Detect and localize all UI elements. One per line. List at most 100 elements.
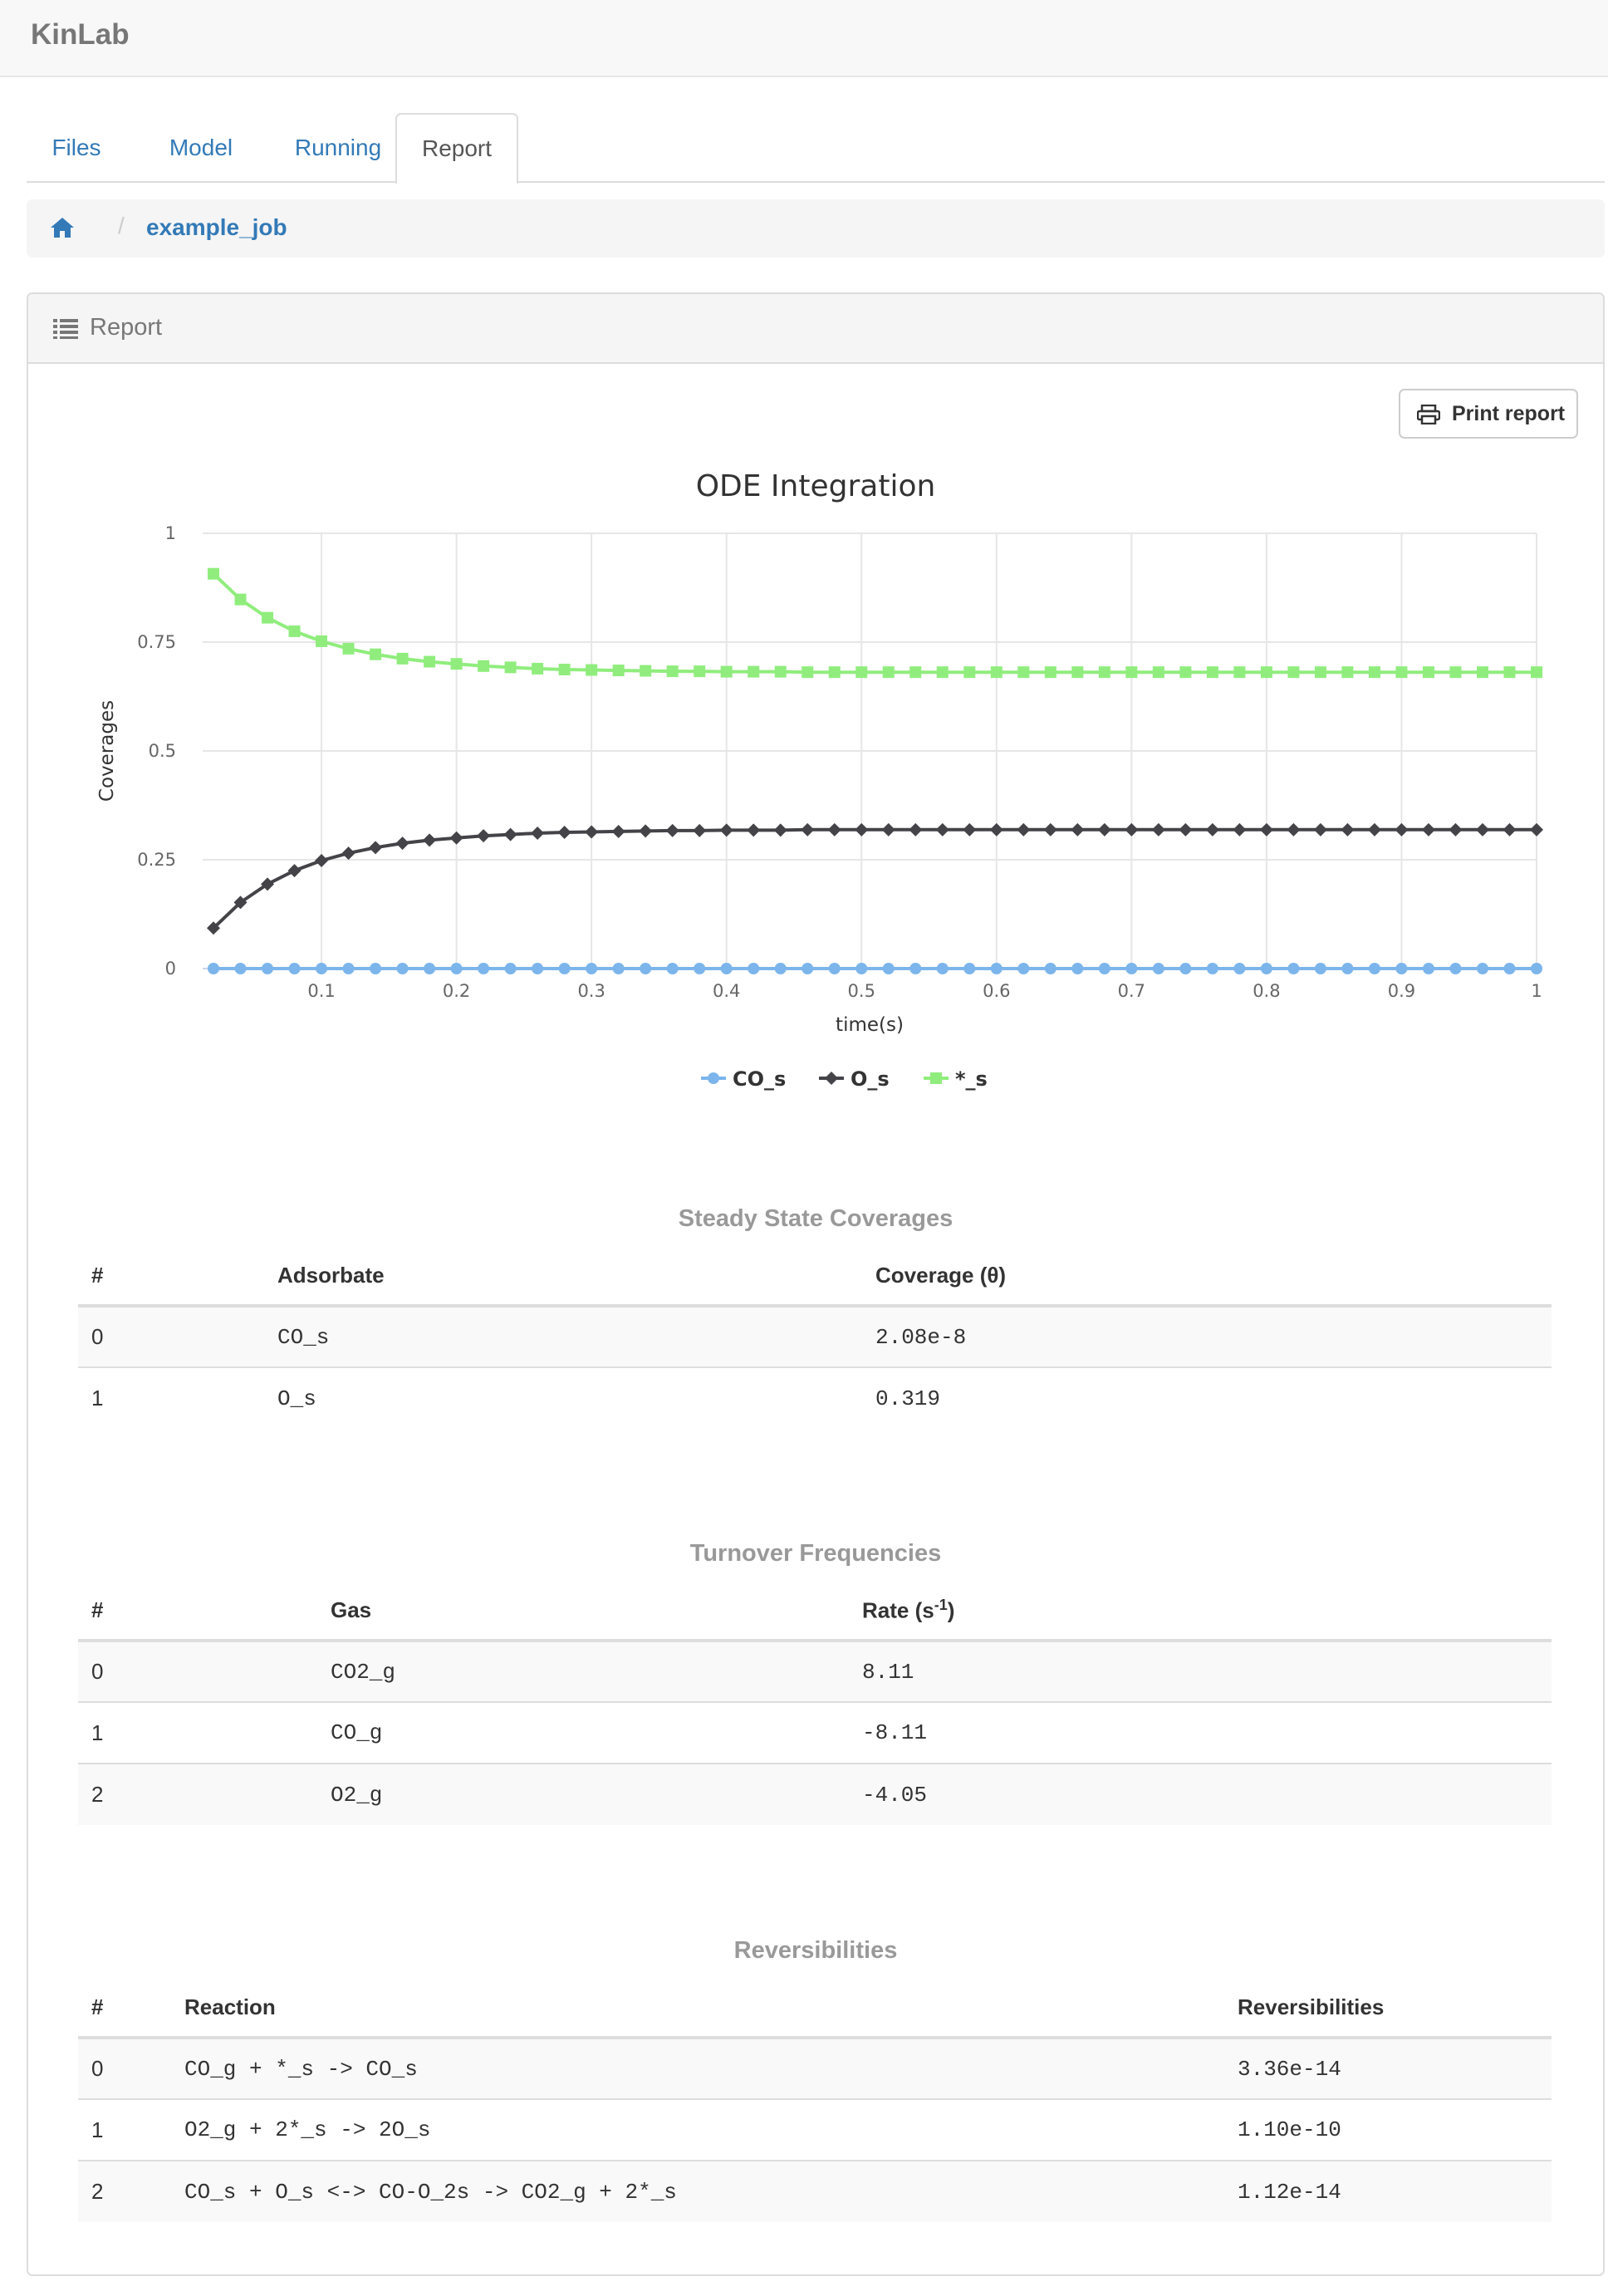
data-point — [586, 664, 598, 676]
series-0 — [208, 963, 1542, 974]
ode-integration-chart: ODE Integration 0 0.25 0.5 0.75 1 0.1 0.2 0.3 0.… — [96, 469, 1543, 1091]
data-point — [288, 625, 301, 637]
data-point — [1368, 666, 1380, 679]
data-point — [558, 963, 571, 974]
legend-label: CO_s — [733, 1067, 786, 1091]
data-point — [747, 823, 761, 837]
rate-header-exponent: -1 — [934, 1596, 948, 1613]
coverage-cell: 2.08e-8 — [862, 1305, 1552, 1367]
legend-item[interactable]: *_s — [924, 1067, 988, 1091]
data-point — [449, 831, 463, 845]
reaction-cell: O2_g + 2*_s -> 2O_s — [171, 2098, 1224, 2161]
data-point — [1395, 666, 1408, 679]
y-tick-label: 0.5 — [149, 741, 176, 761]
gas-cell: O2_g — [317, 1763, 849, 1825]
tab-running[interactable]: Running — [267, 113, 409, 183]
data-point — [1205, 822, 1219, 836]
x-tick-label: 0.7 — [1118, 981, 1145, 1001]
legend-item[interactable]: CO_s — [701, 1067, 786, 1091]
tab-model[interactable]: Model — [143, 113, 259, 183]
data-point — [1287, 963, 1300, 974]
x-tick-label: 0.9 — [1388, 981, 1415, 1001]
breadcrumb-separator: / — [118, 213, 125, 238]
data-point — [478, 660, 490, 672]
data-point — [1071, 963, 1084, 974]
data-point — [1449, 666, 1462, 679]
x-tick-label: 0.3 — [577, 981, 605, 1001]
rate-header-close: ) — [947, 1597, 955, 1623]
column-header: Reaction — [171, 1978, 1224, 2039]
x-tick-label: 0.2 — [443, 981, 470, 1001]
data-point — [1206, 666, 1218, 679]
data-point — [640, 665, 652, 677]
table-row: 1 O2_g + 2*_s -> 2O_s 1.10e-10 — [78, 2098, 1552, 2161]
data-point — [1449, 822, 1463, 836]
column-header: # — [78, 1246, 264, 1307]
data-point — [694, 665, 706, 678]
data-point — [1314, 963, 1326, 974]
data-point — [963, 666, 976, 679]
data-point — [1151, 822, 1165, 836]
x-tick-label: 1 — [1531, 981, 1542, 1001]
chart-series — [207, 567, 1543, 974]
data-point — [1043, 822, 1057, 836]
data-point — [586, 963, 598, 974]
data-point — [396, 652, 409, 665]
breadcrumb-current[interactable]: example_job — [146, 214, 287, 241]
x-tick-label: 0.4 — [713, 981, 740, 1001]
data-point — [802, 666, 814, 679]
gas-cell: CO_g — [317, 1701, 849, 1764]
reaction-cell: CO_s + O_s <-> CO-O_2s -> CO2_g + 2*_s — [171, 2160, 1224, 2222]
data-point — [288, 963, 301, 974]
table-row: 1 O_s 0.319 — [78, 1366, 1552, 1429]
data-point — [935, 822, 949, 836]
coverage-cell: 0.319 — [862, 1366, 1552, 1429]
data-point — [1233, 963, 1246, 974]
series-line — [212, 827, 1537, 930]
y-tick-label: 1 — [165, 523, 176, 543]
app-brand[interactable]: KinLab — [31, 18, 130, 52]
reversibilities-table: # Reaction Reversibilities 0 CO_g + *_s … — [78, 1978, 1552, 2222]
series-1 — [207, 822, 1543, 935]
data-point — [423, 833, 437, 847]
data-point — [1313, 822, 1327, 836]
data-point — [1531, 666, 1542, 679]
data-point — [1449, 963, 1462, 974]
tab-report[interactable]: Report — [395, 113, 518, 184]
row-index: 1 — [78, 1366, 264, 1429]
data-point — [909, 822, 923, 836]
data-point — [1017, 666, 1030, 679]
data-point — [1260, 666, 1272, 679]
data-point — [1125, 822, 1139, 836]
navbar: KinLab — [0, 0, 1608, 77]
column-header: Adsorbate — [264, 1246, 862, 1307]
data-point — [234, 963, 247, 974]
legend-item[interactable]: O_s — [819, 1067, 890, 1091]
column-header: # — [78, 1581, 317, 1642]
table-row: 0 CO2_g 8.11 — [78, 1640, 1552, 1702]
data-point — [828, 963, 841, 974]
data-point — [262, 611, 274, 624]
data-point — [557, 825, 571, 839]
report-panel: Report Print report ODE Integration 0 0.2… — [27, 292, 1605, 2276]
row-index: 1 — [78, 1701, 317, 1764]
row-index: 1 — [78, 2098, 171, 2161]
data-point — [1017, 963, 1030, 974]
data-point — [1503, 666, 1516, 679]
data-point — [532, 662, 544, 675]
data-point — [1395, 822, 1409, 836]
data-point — [503, 827, 517, 841]
row-index: 0 — [78, 1640, 317, 1702]
data-point — [639, 824, 653, 838]
data-point — [1476, 963, 1488, 974]
turnover-frequencies-table: # Gas Rate (s-1) 0 CO2_g 8.11 1 CO_g -8.… — [78, 1581, 1552, 1825]
x-tick-label: 0.8 — [1253, 981, 1280, 1001]
data-point — [882, 963, 895, 974]
data-point — [424, 963, 436, 974]
data-point — [1503, 963, 1516, 974]
data-point — [774, 665, 787, 678]
data-point — [370, 648, 382, 660]
home-icon[interactable] — [50, 216, 75, 239]
chart-legend: CO_s O_s *_s — [701, 1067, 988, 1091]
tab-files[interactable]: Files — [27, 113, 126, 183]
